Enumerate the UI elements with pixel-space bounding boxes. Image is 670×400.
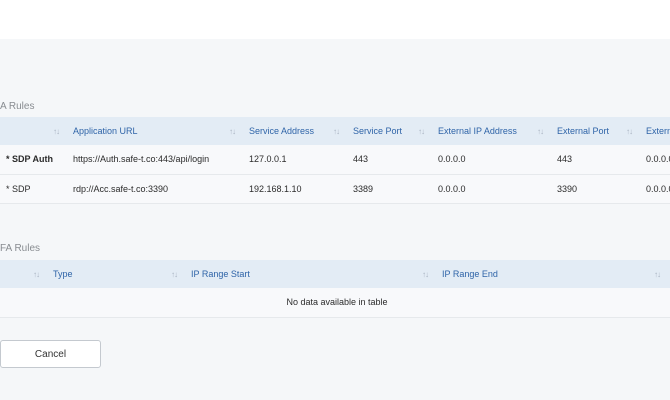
sort-arrows-icon[interactable]: ↑↓ xyxy=(537,127,544,136)
table-cell: 192.168.1.10 xyxy=(243,174,347,204)
sort-arrows-icon[interactable]: ↑↓ xyxy=(654,270,661,279)
table-row-empty: No data available in table xyxy=(0,288,670,318)
column-header-label: External Port xyxy=(557,126,610,136)
sort-arrows-icon[interactable]: ↑↓ xyxy=(53,127,60,136)
table-row[interactable]: * SDP rdp://Acc.safe-t.co:3390 192.168.1… xyxy=(0,174,670,204)
table-cell: * SDP xyxy=(0,174,67,204)
column-header-label: Type xyxy=(53,269,73,279)
table-cell: rdp://Acc.safe-t.co:3390 xyxy=(67,174,243,204)
table-cell: 0.0.0.0 xyxy=(640,145,670,175)
column-header-service-port[interactable]: Service Port ↑↓ xyxy=(347,117,432,145)
sort-arrows-icon[interactable]: ↑↓ xyxy=(418,127,425,136)
column-header-label: Extern xyxy=(646,126,670,136)
table-cell: https://Auth.safe-t.co:443/api/login xyxy=(67,145,243,175)
section-title-rules: A Rules xyxy=(0,101,35,112)
column-header-external-port[interactable]: External Port ↑↓ xyxy=(551,117,640,145)
table-cell: 127.0.0.1 xyxy=(243,145,347,175)
table-cell: 0.0.0.0 xyxy=(432,174,551,204)
column-header-external[interactable]: Extern xyxy=(640,117,670,145)
sort-arrows-icon[interactable]: ↑↓ xyxy=(171,270,178,279)
column-header-external-ip[interactable]: External IP Address ↑↓ xyxy=(432,117,551,145)
cancel-button[interactable]: Cancel xyxy=(0,340,101,368)
sort-arrows-icon[interactable]: ↑↓ xyxy=(422,270,429,279)
rules-table: ↑↓ Application URL ↑↓ Service Address ↑↓ S… xyxy=(0,117,670,204)
sort-arrows-icon[interactable]: ↑↓ xyxy=(333,127,340,136)
column-header-service-address[interactable]: Service Address ↑↓ xyxy=(243,117,347,145)
column-header-type[interactable]: Type ↑↓ xyxy=(47,260,185,288)
table-header-row: ↑↓ Type ↑↓ IP Range Start ↑↓ IP Range End ↑… xyxy=(0,260,670,288)
table-cell: 443 xyxy=(347,145,432,175)
fa-rules-table: ↑↓ Type ↑↓ IP Range Start ↑↓ IP Range End ↑… xyxy=(0,260,670,318)
column-header-label: Service Address xyxy=(249,126,315,136)
column-header-label: IP Range End xyxy=(442,269,498,279)
table-header-row: ↑↓ Application URL ↑↓ Service Address ↑↓ S… xyxy=(0,117,670,145)
empty-table-message: No data available in table xyxy=(0,288,668,318)
column-header-ip-range-end[interactable]: IP Range End ↑↓ xyxy=(436,260,668,288)
table-cell: 0.0.0.0 xyxy=(640,174,670,204)
column-header-application-url[interactable]: Application URL ↑↓ xyxy=(67,117,243,145)
column-header-label: External IP Address xyxy=(438,126,517,136)
table-cell: 3390 xyxy=(551,174,640,204)
column-header-label: Application URL xyxy=(73,126,138,136)
table-cell: 3389 xyxy=(347,174,432,204)
section-title-fa-rules: FA Rules xyxy=(0,243,41,254)
column-header[interactable]: ↑↓ xyxy=(0,260,47,288)
table-cell: * SDP Auth xyxy=(0,145,67,175)
sort-arrows-icon[interactable]: ↑↓ xyxy=(626,127,633,136)
top-band xyxy=(0,0,670,39)
sort-arrows-icon[interactable]: ↑↓ xyxy=(229,127,236,136)
table-cell: 0.0.0.0 xyxy=(432,145,551,175)
table-row[interactable]: * SDP Auth https://Auth.safe-t.co:443/ap… xyxy=(0,145,670,175)
sort-arrows-icon[interactable]: ↑↓ xyxy=(33,270,40,279)
column-header-label: Service Port xyxy=(353,126,403,136)
table-cell: 443 xyxy=(551,145,640,175)
column-header[interactable]: ↑↓ xyxy=(0,117,67,145)
column-header-ip-range-start[interactable]: IP Range Start ↑↓ xyxy=(185,260,436,288)
column-header-label: IP Range Start xyxy=(191,269,250,279)
